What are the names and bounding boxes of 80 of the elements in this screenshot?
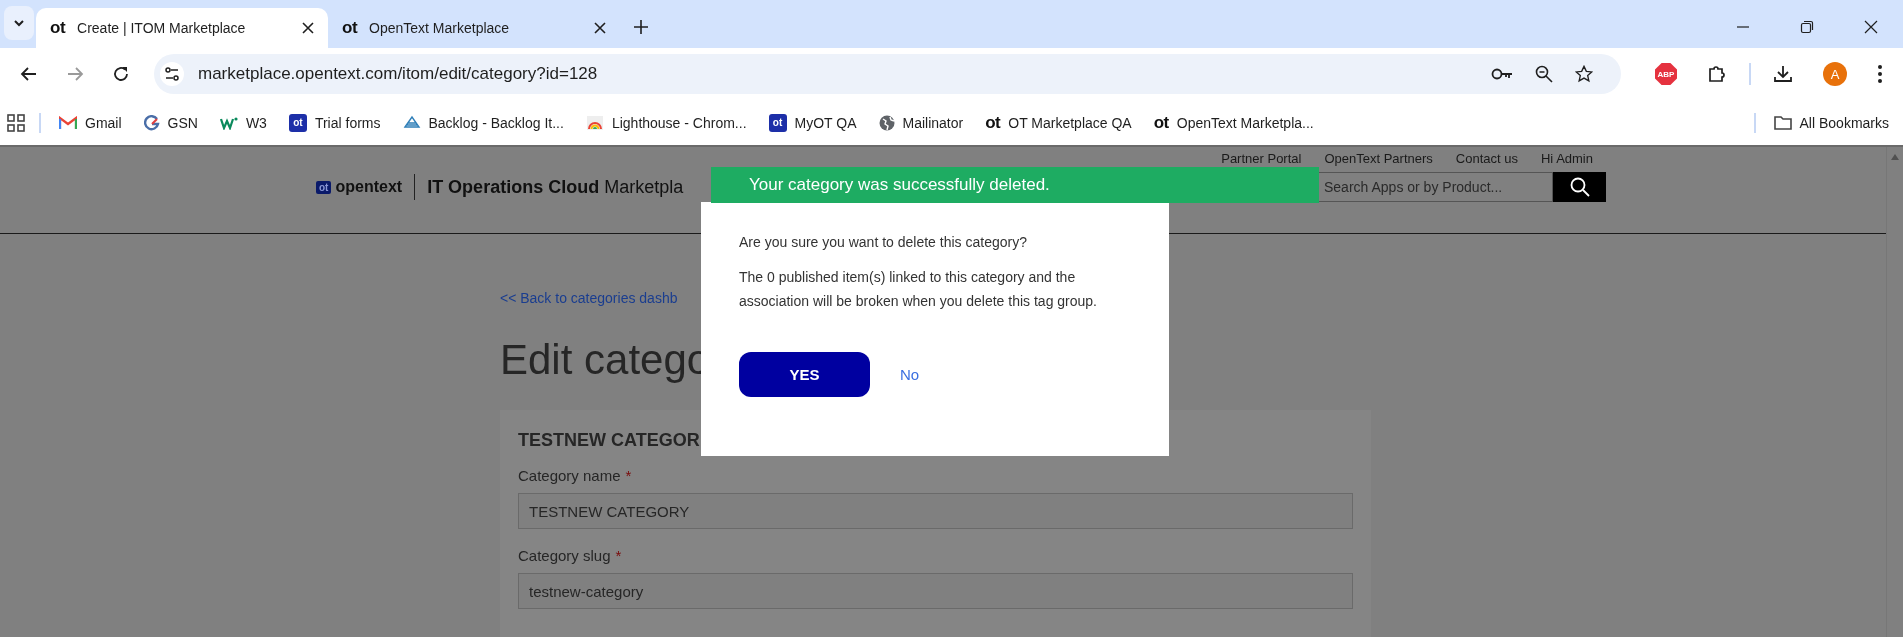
more-menu-icon[interactable] bbox=[1877, 64, 1883, 84]
bookmark-label: GSN bbox=[167, 114, 198, 131]
bookmark-favicon: ot bbox=[768, 113, 787, 132]
envelope-icon bbox=[59, 115, 77, 130]
bookmark-favicon: ot bbox=[288, 113, 307, 132]
close-window-icon[interactable] bbox=[1864, 20, 1878, 34]
bookmark-label: MyOT QA bbox=[794, 114, 857, 131]
site-settings-icon[interactable] bbox=[160, 62, 184, 86]
tab-favicon: ot bbox=[342, 18, 358, 38]
bookmark-label: Mailinator bbox=[902, 114, 964, 131]
bookmark-item[interactable]: ot OpenText Marketpla... bbox=[1149, 112, 1318, 133]
bookmark-label: OpenText Marketpla... bbox=[1176, 114, 1314, 131]
adblock-extension-icon[interactable]: ABP bbox=[1655, 63, 1677, 85]
bookmark-item[interactable]: Mailinator bbox=[874, 114, 968, 131]
bookmark-label: Trial forms bbox=[314, 114, 381, 131]
bookmark-item[interactable]: ot OT Marketplace QA bbox=[981, 112, 1136, 133]
bookmark-label: Backlog - Backlog It... bbox=[428, 114, 564, 131]
dialog-message: The 0 published item(s) linked to this category and the association will be broken when you delete this tag group. bbox=[739, 268, 1098, 311]
download-icon[interactable] bbox=[1773, 64, 1793, 84]
text-field[interactable]: testnew-category bbox=[518, 573, 1353, 609]
bookmark-item[interactable]: Backlog - Backlog It... bbox=[398, 114, 568, 131]
circle-arrow-icon bbox=[143, 114, 160, 131]
rainbow-icon bbox=[585, 114, 604, 131]
bookmark-item[interactable]: Lighthouse - Chrom... bbox=[581, 114, 751, 131]
required-asterisk: * bbox=[625, 467, 632, 484]
new-tab-icon[interactable] bbox=[634, 20, 648, 34]
browser-tab[interactable]: ot OpenText Marketplace bbox=[328, 8, 620, 48]
globe-icon bbox=[878, 114, 895, 131]
all-bookmarks-label: All Bookmarks bbox=[1799, 114, 1889, 131]
required-asterisk: * bbox=[615, 547, 622, 564]
search-button[interactable] bbox=[1553, 172, 1606, 202]
bookmark-item[interactable]: GSN bbox=[139, 114, 202, 131]
logo-wordmark: opentext bbox=[335, 178, 403, 196]
bookmark-item[interactable]: W3 bbox=[215, 114, 271, 131]
close-icon[interactable] bbox=[594, 22, 606, 34]
close-icon[interactable] bbox=[302, 22, 314, 34]
text-field[interactable]: TESTNEW CATEGORY bbox=[518, 493, 1353, 529]
bookmark-label: W3 bbox=[245, 114, 267, 131]
zigzag-icon bbox=[219, 115, 238, 130]
tab-search-button[interactable] bbox=[4, 6, 34, 40]
bookmark-label: OT Marketplace QA bbox=[1008, 114, 1132, 131]
bookmark-favicon: ot bbox=[985, 112, 1001, 133]
puzzle-icon[interactable] bbox=[1707, 64, 1727, 84]
tab-title: OpenText Marketplace bbox=[369, 20, 511, 36]
search-icon bbox=[1569, 177, 1590, 197]
layers-icon bbox=[402, 114, 421, 131]
top-nav-link[interactable]: OpenText Partners bbox=[1324, 151, 1433, 166]
key-icon[interactable] bbox=[1491, 67, 1513, 81]
logo-badge: ot bbox=[316, 180, 332, 194]
bookmark-label: Gmail bbox=[85, 114, 122, 131]
bookmark-item[interactable]: ot Trial forms bbox=[284, 113, 385, 132]
yes-button[interactable]: YES bbox=[739, 351, 870, 397]
address-bar[interactable]: marketplace.opentext.com/itom/edit/category?id=128 bbox=[154, 54, 1621, 94]
top-nav-link[interactable]: Hi Admin bbox=[1540, 151, 1593, 166]
all-bookmarks-button[interactable]: All Bookmarks bbox=[1769, 114, 1893, 131]
browser-tab[interactable]: ot Create | ITOM Marketplace bbox=[36, 8, 328, 48]
star-icon[interactable] bbox=[1575, 65, 1593, 83]
top-nav-link[interactable]: Partner Portal bbox=[1221, 151, 1302, 166]
success-toast: Your category was successfully deleted. bbox=[711, 167, 1319, 203]
bookmark-favicon: ot bbox=[1153, 112, 1169, 133]
tab-favicon: ot bbox=[50, 18, 66, 38]
restore-icon[interactable] bbox=[1800, 20, 1814, 34]
zoom-out-icon[interactable] bbox=[1535, 65, 1553, 83]
bookmark-item[interactable]: Gmail bbox=[55, 114, 126, 131]
field-label: Category slug bbox=[518, 547, 611, 564]
reload-icon[interactable] bbox=[112, 65, 130, 83]
card-heading: TESTNEW CATEGOR bbox=[518, 430, 701, 451]
product-name: IT Operations Cloud Marketpla bbox=[427, 176, 684, 198]
back-icon[interactable] bbox=[20, 65, 38, 83]
folder-icon bbox=[1773, 115, 1792, 130]
url-text: marketplace.opentext.com/itom/edit/category?id=128 bbox=[198, 64, 598, 84]
top-nav-link[interactable]: Contact us bbox=[1455, 151, 1518, 166]
field-label: Category name bbox=[518, 467, 621, 484]
bookmark-item[interactable]: ot MyOT QA bbox=[764, 113, 861, 132]
dialog-question: Are you sure you want to delete this category? bbox=[739, 234, 1028, 250]
no-link[interactable]: No bbox=[900, 365, 920, 383]
forward-icon[interactable] bbox=[66, 65, 84, 83]
bookmark-label: Lighthouse - Chrom... bbox=[611, 114, 747, 131]
tab-title: Create | ITOM Marketplace bbox=[77, 20, 247, 36]
apps-grid-icon[interactable] bbox=[7, 113, 25, 132]
